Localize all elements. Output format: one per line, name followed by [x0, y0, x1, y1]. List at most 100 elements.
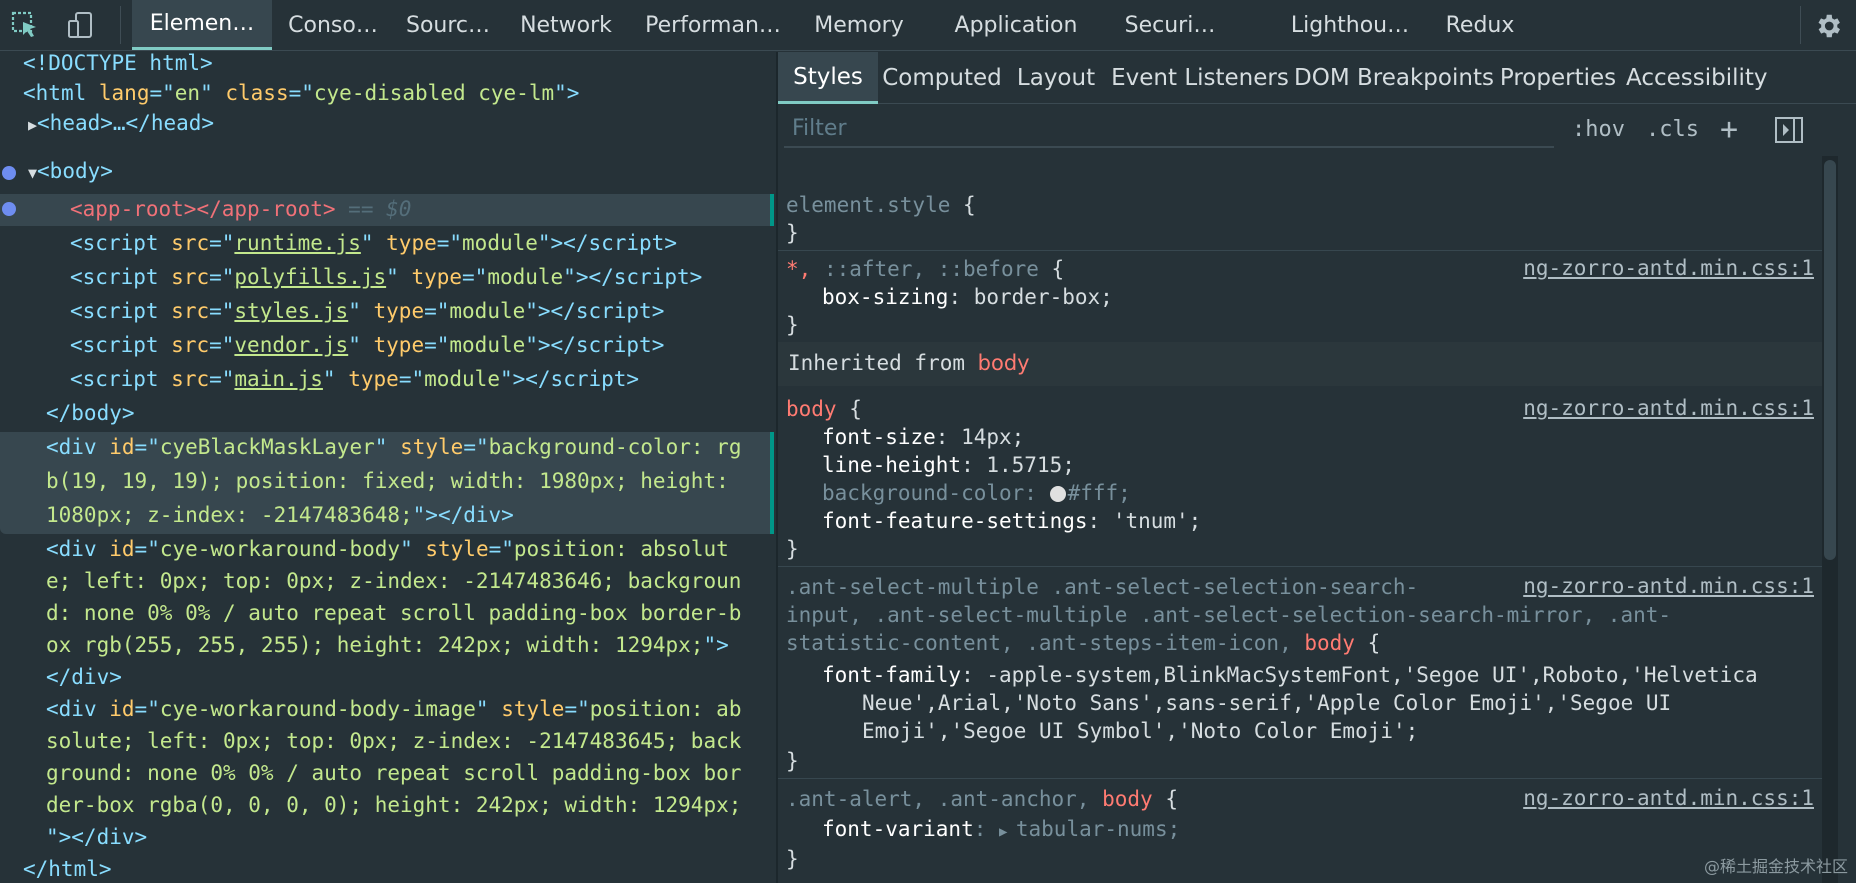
script-node[interactable]: <script src="vendor.js" type="module"></… [70, 328, 664, 362]
style-declaration[interactable]: font-family: -apple-system,BlinkMacSyste… [822, 662, 1758, 689]
tab-layout[interactable]: Layout [1006, 52, 1106, 104]
devtools-toolbar: Elemen… Conso… Sourc… Network Performan…… [0, 0, 1856, 51]
style-text: 1080px; z-index: -2147483648; [46, 503, 413, 527]
script-node[interactable]: <script src="runtime.js" type="module"><… [70, 226, 677, 260]
div-workaround-node-cont[interactable]: e; left: 0px; top: 0px; z-index: -214748… [46, 564, 741, 598]
selector-match: body [1102, 787, 1153, 811]
rule-divider [778, 566, 1822, 567]
script-src-link[interactable]: polyfills.js [234, 265, 386, 289]
tab-lighthouse[interactable]: Lighthou… [1280, 0, 1420, 50]
color-swatch-icon[interactable] [1049, 486, 1066, 502]
div-id: cye-workaround-body [159, 537, 401, 561]
selector-text: .ant-alert, .ant-anchor, [786, 787, 1103, 811]
font-rule-selector-cont[interactable]: input, .ant-select-multiple .ant-select-… [786, 602, 1671, 629]
div-workaround-image-node[interactable]: <div id="cye-workaround-body-image" styl… [46, 692, 741, 726]
attr-name: class [225, 81, 289, 105]
body-node[interactable]: ▼<body> [28, 154, 113, 188]
inherited-element-link[interactable]: body [978, 351, 1030, 375]
tab-properties[interactable]: Properties [1498, 52, 1618, 104]
stylesheet-source-link[interactable]: ng-zorro-antd.min.css:1 [1523, 786, 1814, 810]
inherited-text: Inherited from [788, 351, 966, 375]
settings-gear-icon[interactable] [1810, 8, 1846, 44]
app-root-node[interactable]: <app-root></app-root> == $0 [70, 192, 411, 226]
tab-network[interactable]: Network [502, 0, 630, 50]
div-workaround-node[interactable]: <div id="cye-workaround-body" style="pos… [46, 532, 729, 566]
element-style-selector[interactable]: element.style { [786, 192, 976, 219]
tab-elements[interactable]: Elemen… [132, 0, 272, 50]
stylesheet-source-link[interactable]: ng-zorro-antd.min.css:1 [1523, 574, 1814, 598]
rule-close-brace: } [786, 313, 799, 337]
style-declaration[interactable]: box-sizing: border-box; [822, 284, 1113, 311]
tab-performance[interactable]: Performan… [638, 0, 788, 50]
div-workaround-image-node-cont[interactable]: ground: none 0% 0% / auto repeat scroll … [46, 756, 741, 790]
tab-memory[interactable]: Memory [796, 0, 922, 50]
class-toggle-button[interactable]: .cls [1646, 114, 1699, 146]
property-value: Emoji','Segoe UI Symbol','Noto Color Emo… [862, 719, 1419, 743]
style-declaration-cont: Neue',Arial,'Noto Sans',sans-serif,'Appl… [862, 690, 1671, 717]
script-src-link[interactable]: vendor.js [234, 333, 348, 357]
device-toolbar-icon[interactable] [64, 8, 98, 42]
styles-filter-input[interactable] [784, 110, 1554, 148]
script-node[interactable]: <script src="styles.js" type="module"></… [70, 294, 664, 328]
hover-state-button[interactable]: :hov [1572, 114, 1625, 146]
div-close-node[interactable]: </div> [46, 660, 122, 694]
html-close-node[interactable]: </html> [23, 852, 112, 883]
script-node[interactable]: <script src="polyfills.js" type="module"… [70, 260, 702, 294]
tab-application[interactable]: Application [928, 0, 1104, 50]
rule-divider [778, 778, 1822, 779]
script-src-link[interactable]: styles.js [234, 299, 348, 323]
style-declaration[interactable]: font-size: 14px; [822, 424, 1024, 451]
div-mask-node-cont[interactable]: b(19, 19, 19); position: fixed; width: 1… [46, 464, 729, 498]
expand-value-icon[interactable]: ▶ [999, 824, 1016, 840]
style-declaration[interactable]: font-feature-settings: 'tnum'; [822, 508, 1201, 535]
collapse-arrow-icon[interactable]: ▼ [28, 164, 37, 182]
property-value: border-box [973, 285, 1101, 309]
alert-rule-selector[interactable]: .ant-alert, .ant-anchor, body { [786, 786, 1178, 813]
script-node[interactable]: <script src="main.js" type="module"></sc… [70, 362, 639, 396]
toggle-sidebar-icon[interactable] [1774, 116, 1804, 148]
div-workaround-node-cont[interactable]: ox rgb(255, 255, 255); height: 242px; wi… [46, 628, 729, 662]
universal-selector[interactable]: *, ::after, ::before { [786, 256, 1064, 283]
tab-styles[interactable]: Styles [778, 52, 878, 104]
div-mask-node[interactable]: <div id="cyeBlackMaskLayer" style="backg… [46, 430, 741, 464]
styles-scrollbar[interactable] [1822, 156, 1838, 883]
style-declaration-inactive[interactable]: background-color: #fff; [822, 480, 1131, 507]
style-declaration[interactable]: font-variant: ▶ tabular-nums; [822, 816, 1180, 843]
tab-sources[interactable]: Sourc… [394, 0, 502, 50]
tab-dom-breakpoints[interactable]: DOM Breakpoints [1294, 52, 1494, 104]
selector-text: element.style [786, 193, 951, 217]
script-src-link[interactable]: main.js [234, 367, 323, 391]
div-workaround-node-cont[interactable]: d: none 0% 0% / auto repeat scroll paddi… [46, 596, 741, 630]
stylesheet-source-link[interactable]: ng-zorro-antd.min.css:1 [1523, 256, 1814, 280]
tab-security[interactable]: Securi… [1110, 0, 1230, 50]
tab-console[interactable]: Conso… [277, 0, 389, 50]
div-mask-node-cont[interactable]: 1080px; z-index: -2147483648;"></div> [46, 498, 514, 532]
tab-accessibility[interactable]: Accessibility [1626, 52, 1856, 104]
font-rule-selector-cont[interactable]: statistic-content, .ant-steps-item-icon,… [786, 630, 1380, 657]
tab-redux[interactable]: Redux [1430, 0, 1530, 50]
new-rule-plus-icon[interactable]: + [1720, 114, 1738, 146]
body-close-node[interactable]: </body> [46, 396, 135, 430]
div-workaround-image-node-cont[interactable]: "></div> [46, 820, 147, 854]
style-declaration[interactable]: line-height: 1.5715; [822, 452, 1075, 479]
inspect-element-icon[interactable] [8, 8, 42, 42]
body-selector[interactable]: body { [786, 396, 862, 423]
html-node[interactable]: <html lang="en" class="cye-disabled cye-… [23, 76, 579, 110]
style-text: b(19, 19, 19); position: fixed; width: 1… [46, 469, 729, 493]
head-node[interactable]: ▶<head>…</head> [28, 106, 214, 140]
tab-event-listeners[interactable]: Event Listeners [1110, 52, 1290, 104]
property-value: Neue',Arial,'Noto Sans',sans-serif,'Appl… [862, 691, 1672, 715]
script-type: module [449, 299, 526, 323]
div-workaround-image-node-cont[interactable]: der-box rgba(0, 0, 0, 0); height: 242px;… [46, 788, 741, 822]
div-workaround-image-node-cont[interactable]: solute; left: 0px; top: 0px; z-index: -2… [46, 724, 741, 758]
font-rule-selector[interactable]: .ant-select-multiple .ant-select-selecti… [786, 574, 1418, 601]
tab-computed[interactable]: Computed [882, 52, 1002, 104]
script-type: module [487, 265, 564, 289]
style-rules: element.style { } *, ::after, ::before {… [778, 156, 1822, 883]
scrollbar-thumb[interactable] [1824, 160, 1836, 560]
expand-arrow-icon[interactable]: ▶ [28, 116, 37, 134]
stylesheet-source-link[interactable]: ng-zorro-antd.min.css:1 [1523, 396, 1814, 420]
styles-tabs: Styles Computed Layout Event Listeners D… [778, 52, 1856, 104]
script-src-link[interactable]: runtime.js [234, 231, 360, 255]
script-type: module [449, 333, 526, 357]
